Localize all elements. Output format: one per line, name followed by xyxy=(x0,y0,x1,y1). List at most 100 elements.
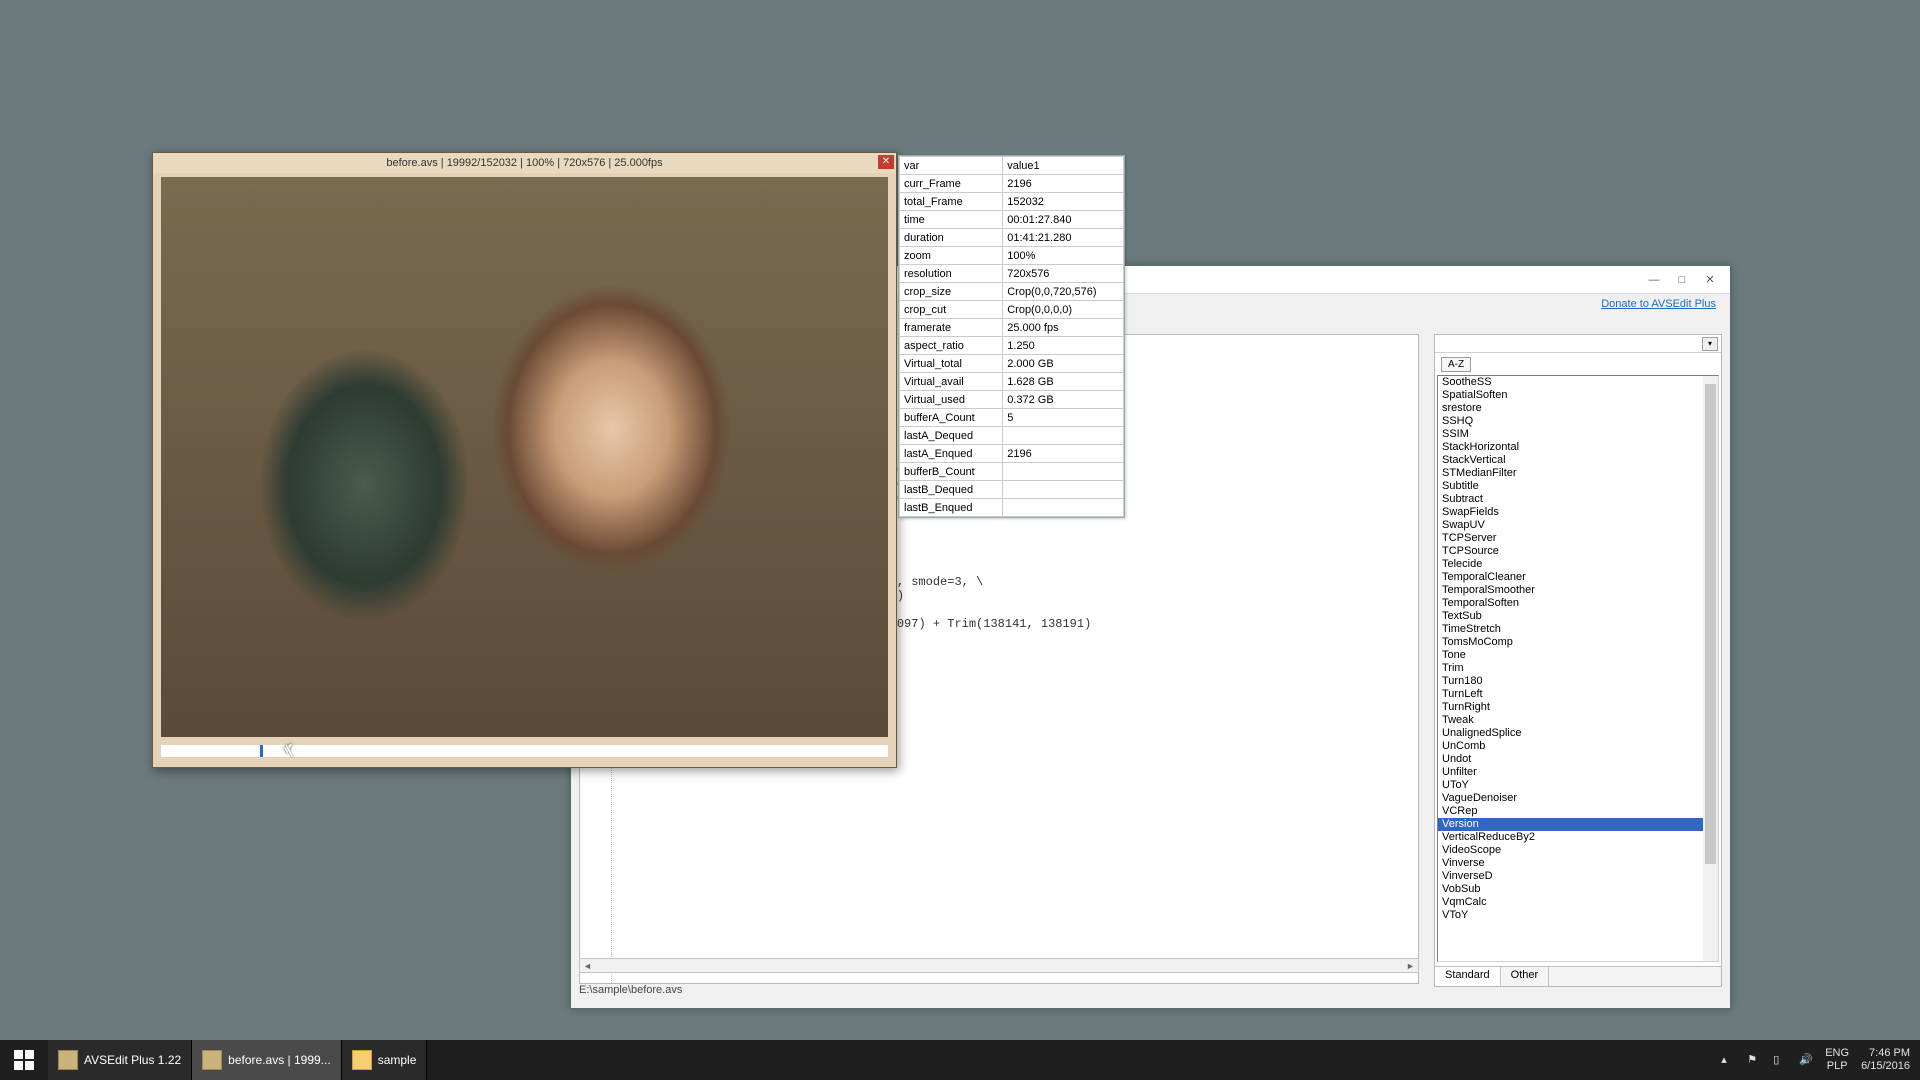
info-value xyxy=(1003,481,1124,499)
function-item[interactable]: SootheSS xyxy=(1438,376,1718,389)
function-list[interactable]: SootheSSSpatialSoftensrestoreSSHQSSIMSta… xyxy=(1437,375,1719,962)
function-item[interactable]: VinverseD xyxy=(1438,870,1718,883)
function-item[interactable]: Subtract xyxy=(1438,493,1718,506)
function-item[interactable]: TCPSource xyxy=(1438,545,1718,558)
info-key: aspect_ratio xyxy=(900,337,1003,355)
info-value: 01:41:21.280 xyxy=(1003,229,1124,247)
preview-titlebar[interactable]: before.avs | 19992/152032 | 100% | 720x5… xyxy=(153,153,896,173)
function-item[interactable]: TemporalCleaner xyxy=(1438,571,1718,584)
info-key: time xyxy=(900,211,1003,229)
security-icon[interactable]: ⚑ xyxy=(1747,1053,1761,1067)
seek-bar[interactable] xyxy=(161,745,888,757)
info-value: 1.250 xyxy=(1003,337,1124,355)
scroll-right-icon[interactable]: ► xyxy=(1403,961,1418,971)
info-row: total_Frame152032 xyxy=(900,193,1124,211)
function-list-scrollbar[interactable] xyxy=(1703,376,1718,961)
info-value: 1.628 GB xyxy=(1003,373,1124,391)
function-item[interactable]: STMedianFilter xyxy=(1438,467,1718,480)
function-item[interactable]: TemporalSoften xyxy=(1438,597,1718,610)
donate-link[interactable]: Donate to AVSEdit Plus xyxy=(1601,298,1716,310)
clock-date: 6/15/2016 xyxy=(1861,1060,1910,1073)
video-area[interactable] xyxy=(161,177,888,737)
video-info-table: var value1 curr_Frame2196total_Frame1520… xyxy=(898,155,1125,518)
function-item[interactable]: Tweak xyxy=(1438,714,1718,727)
function-panel: ▾ A-Z SootheSSSpatialSoftensrestoreSSHQS… xyxy=(1434,334,1722,987)
function-item[interactable]: TurnLeft xyxy=(1438,688,1718,701)
info-key: lastA_Enqued xyxy=(900,445,1003,463)
function-item[interactable]: VagueDenoiser xyxy=(1438,792,1718,805)
function-item[interactable]: Telecide xyxy=(1438,558,1718,571)
minimize-button[interactable]: — xyxy=(1640,270,1668,290)
function-item[interactable]: SSIM xyxy=(1438,428,1718,441)
lang-primary: ENG xyxy=(1825,1047,1849,1060)
function-dropdown-icon[interactable]: ▾ xyxy=(1702,337,1718,351)
preview-close-button[interactable]: ✕ xyxy=(878,155,894,169)
info-value: 0.372 GB xyxy=(1003,391,1124,409)
function-item[interactable]: UnalignedSplice xyxy=(1438,727,1718,740)
function-item[interactable]: UnComb xyxy=(1438,740,1718,753)
function-item[interactable]: Vinverse xyxy=(1438,857,1718,870)
info-key: zoom xyxy=(900,247,1003,265)
windows-logo-icon xyxy=(14,1050,34,1070)
function-item[interactable]: SwapFields xyxy=(1438,506,1718,519)
function-item[interactable]: Trim xyxy=(1438,662,1718,675)
function-item[interactable]: SSHQ xyxy=(1438,415,1718,428)
language-indicator[interactable]: ENG PLP xyxy=(1825,1047,1849,1073)
tab-standard[interactable]: Standard xyxy=(1435,967,1501,986)
task-label: AVSEdit Plus 1.22 xyxy=(84,1053,181,1067)
info-key: resolution xyxy=(900,265,1003,283)
info-key: Virtual_used xyxy=(900,391,1003,409)
function-item[interactable]: VToY xyxy=(1438,909,1718,922)
volume-icon[interactable]: 🔊 xyxy=(1799,1053,1813,1067)
task-label: sample xyxy=(378,1053,417,1067)
function-item[interactable]: TurnRight xyxy=(1438,701,1718,714)
function-item[interactable]: VerticalReduceBy2 xyxy=(1438,831,1718,844)
function-item[interactable]: VobSub xyxy=(1438,883,1718,896)
info-key: duration xyxy=(900,229,1003,247)
code-horizontal-scrollbar[interactable]: ◄ ► xyxy=(579,958,1419,973)
function-item[interactable]: TimeStretch xyxy=(1438,623,1718,636)
start-button[interactable] xyxy=(0,1040,48,1080)
taskbar-item[interactable]: before.avs | 1999... xyxy=(192,1040,342,1080)
taskbar-item[interactable]: AVSEdit Plus 1.22 xyxy=(48,1040,192,1080)
function-item[interactable]: TCPServer xyxy=(1438,532,1718,545)
function-item[interactable]: srestore xyxy=(1438,402,1718,415)
info-row: lastA_Dequed xyxy=(900,427,1124,445)
info-value: 2196 xyxy=(1003,175,1124,193)
function-item[interactable]: Unfilter xyxy=(1438,766,1718,779)
info-key: curr_Frame xyxy=(900,175,1003,193)
task-icon xyxy=(352,1050,372,1070)
function-item[interactable]: TemporalSmoother xyxy=(1438,584,1718,597)
tab-other[interactable]: Other xyxy=(1501,967,1550,986)
taskbar-item[interactable]: sample xyxy=(342,1040,428,1080)
info-value: Crop(0,0,720,576) xyxy=(1003,283,1124,301)
function-item[interactable]: VqmCalc xyxy=(1438,896,1718,909)
maximize-button[interactable]: □ xyxy=(1668,270,1696,290)
function-item[interactable]: SwapUV xyxy=(1438,519,1718,532)
info-value xyxy=(1003,427,1124,445)
info-key: total_Frame xyxy=(900,193,1003,211)
scroll-left-icon[interactable]: ◄ xyxy=(580,961,595,971)
close-button[interactable]: ✕ xyxy=(1696,270,1724,290)
function-item[interactable]: VideoScope xyxy=(1438,844,1718,857)
sort-az-button[interactable]: A-Z xyxy=(1441,357,1471,372)
function-item[interactable]: StackVertical xyxy=(1438,454,1718,467)
function-item[interactable]: TomsMoComp xyxy=(1438,636,1718,649)
function-item[interactable]: VCRep xyxy=(1438,805,1718,818)
info-row: lastA_Enqued2196 xyxy=(900,445,1124,463)
function-item[interactable]: StackHorizontal xyxy=(1438,441,1718,454)
info-row: lastB_Enqued xyxy=(900,499,1124,517)
info-row: zoom100% xyxy=(900,247,1124,265)
clock[interactable]: 7:46 PM 6/15/2016 xyxy=(1861,1047,1910,1073)
function-item[interactable]: Subtitle xyxy=(1438,480,1718,493)
function-item[interactable]: UToY xyxy=(1438,779,1718,792)
function-item[interactable]: SpatialSoften xyxy=(1438,389,1718,402)
tray-up-icon[interactable]: ▴ xyxy=(1721,1053,1735,1067)
function-item[interactable]: Turn180 xyxy=(1438,675,1718,688)
function-item[interactable]: Tone xyxy=(1438,649,1718,662)
function-item[interactable]: Version xyxy=(1438,818,1718,831)
function-item[interactable]: Undot xyxy=(1438,753,1718,766)
function-item[interactable]: TextSub xyxy=(1438,610,1718,623)
network-icon[interactable]: ▯ xyxy=(1773,1053,1787,1067)
scrollbar-thumb[interactable] xyxy=(1705,384,1716,864)
